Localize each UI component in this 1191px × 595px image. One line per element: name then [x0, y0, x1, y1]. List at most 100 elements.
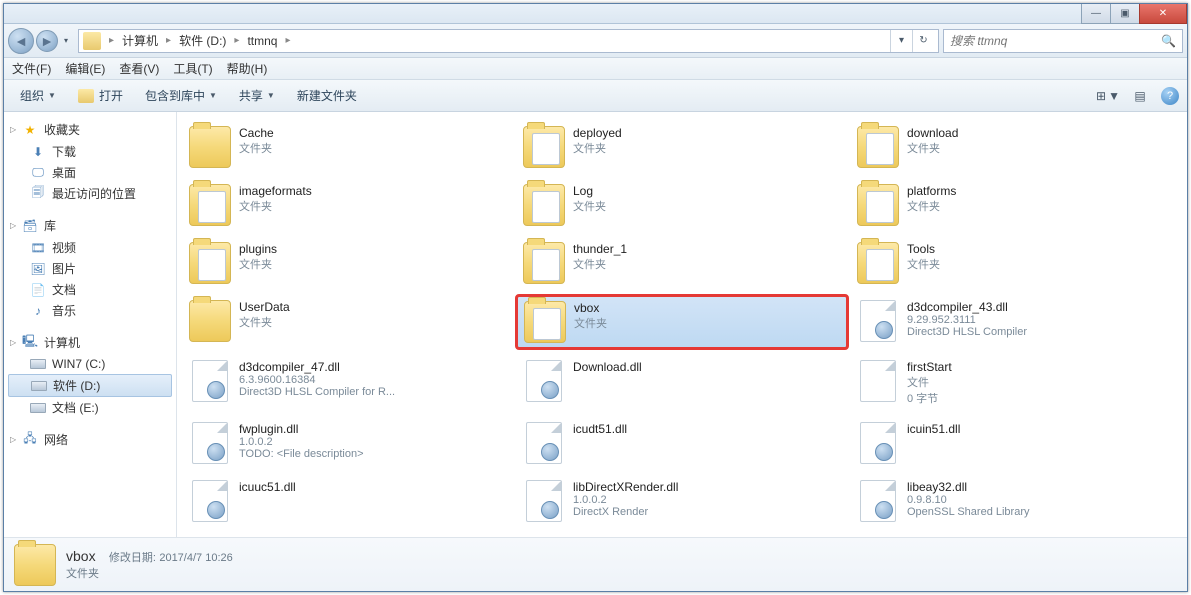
item-sub2: DirectX Render — [573, 506, 841, 518]
menu-view[interactable]: 查看(V) — [119, 60, 159, 77]
sidebar-item-d-drive[interactable]: 软件 (D:) — [8, 374, 172, 397]
maximize-button[interactable]: ▣ — [1110, 4, 1140, 24]
close-button[interactable]: ✕ — [1139, 4, 1187, 24]
dll-file-icon — [857, 422, 899, 464]
breadcrumb-item[interactable]: 计算机 — [118, 30, 162, 51]
item-name: Download.dll — [573, 360, 841, 374]
item-sub: 文件 — [907, 374, 1175, 390]
file-item[interactable]: platforms文件夹 — [851, 180, 1181, 230]
search-input[interactable] — [950, 34, 1161, 48]
address-bar[interactable]: ▸ 计算机 ▸ 软件 (D:) ▸ ttmnq ▸ ▾ ↻ — [78, 29, 939, 53]
new-folder-button[interactable]: 新建文件夹 — [289, 84, 365, 107]
minimize-button[interactable]: — — [1081, 4, 1111, 24]
search-icon[interactable]: 🔍 — [1161, 34, 1176, 48]
breadcrumb-item[interactable]: ttmnq — [243, 32, 281, 50]
menubar: 文件(F) 编辑(E) 查看(V) 工具(T) 帮助(H) — [4, 58, 1187, 80]
organize-button[interactable]: 组织▼ — [12, 84, 64, 107]
file-item[interactable]: deployed文件夹 — [517, 122, 847, 172]
sidebar-item-desktop[interactable]: 🖵桌面 — [4, 162, 176, 183]
file-item[interactable]: plugins文件夹 — [183, 238, 513, 288]
view-mode-button[interactable]: ⊞▼ — [1093, 85, 1123, 107]
chevron-icon[interactable]: ▸ — [162, 33, 175, 48]
sidebar-libraries[interactable]: ▷🗃库 — [4, 214, 176, 237]
file-item[interactable]: d3dcompiler_47.dll6.3.9600.16384Direct3D… — [183, 356, 513, 410]
file-item[interactable]: fwplugin.dll1.0.0.2TODO: <File descripti… — [183, 418, 513, 468]
menu-tools[interactable]: 工具(T) — [173, 60, 212, 77]
sidebar-network[interactable]: ▷🖧网络 — [4, 428, 176, 451]
item-sub: 文件夹 — [907, 140, 1175, 156]
file-item[interactable]: firstStart文件0 字节 — [851, 356, 1181, 410]
folder-icon — [857, 184, 899, 226]
back-button[interactable]: ◄ — [8, 28, 34, 54]
file-item[interactable]: vbox文件夹 — [517, 296, 847, 348]
sidebar-item-music[interactable]: ♪音乐 — [4, 300, 176, 321]
chevron-icon[interactable]: ▸ — [230, 33, 243, 48]
preview-pane-button[interactable]: ▤ — [1125, 85, 1155, 107]
item-name: icudt51.dll — [573, 422, 841, 436]
dll-file-icon — [189, 360, 231, 402]
sidebar-item-c-drive[interactable]: WIN7 (C:) — [4, 354, 176, 374]
sidebar-item-pictures[interactable]: 🖼图片 — [4, 258, 176, 279]
desktop-icon: 🖵 — [30, 165, 46, 181]
computer-icon: 🖳 — [22, 335, 38, 351]
open-folder-icon — [78, 89, 94, 103]
forward-button[interactable]: ► — [36, 30, 58, 52]
item-name: icuin51.dll — [907, 422, 1175, 436]
chevron-icon[interactable]: ▸ — [105, 33, 118, 48]
file-item[interactable]: Cache文件夹 — [183, 122, 513, 172]
dll-file-icon — [523, 360, 565, 402]
file-item[interactable]: icudt51.dll — [517, 418, 847, 468]
file-item[interactable]: libeay32.dll0.9.8.10OpenSSL Shared Libra… — [851, 476, 1181, 526]
address-dropdown[interactable]: ▾ — [890, 30, 912, 52]
menu-help[interactable]: 帮助(H) — [227, 60, 268, 77]
sidebar-item-videos[interactable]: 🎞视频 — [4, 237, 176, 258]
folder-icon — [523, 184, 565, 226]
file-item[interactable]: icuuc51.dll — [183, 476, 513, 526]
breadcrumb-item[interactable]: 软件 (D:) — [175, 30, 230, 51]
file-icon — [857, 360, 899, 402]
details-name: vbox — [66, 548, 96, 564]
menu-edit[interactable]: 编辑(E) — [65, 60, 105, 77]
sidebar-favorites[interactable]: ▷★收藏夹 — [4, 118, 176, 141]
sidebar-item-e-drive[interactable]: 文档 (E:) — [4, 397, 176, 418]
dll-file-icon — [523, 480, 565, 522]
file-item[interactable]: Tools文件夹 — [851, 238, 1181, 288]
file-item[interactable]: imageformats文件夹 — [183, 180, 513, 230]
file-item[interactable]: UserData文件夹 — [183, 296, 513, 348]
file-item[interactable]: Log文件夹 — [517, 180, 847, 230]
help-button[interactable]: ? — [1161, 87, 1179, 105]
refresh-button[interactable]: ↻ — [912, 30, 934, 52]
item-sub: 1.0.0.2 — [239, 436, 507, 448]
item-sub2: TODO: <File description> — [239, 448, 507, 460]
sidebar-computer[interactable]: ▷🖳计算机 — [4, 331, 176, 354]
include-in-library-button[interactable]: 包含到库中▼ — [137, 84, 225, 107]
sidebar-item-documents[interactable]: 📄文档 — [4, 279, 176, 300]
explorer-window: — ▣ ✕ ◄ ► ▾ ▸ 计算机 ▸ 软件 (D:) ▸ ttmnq ▸ ▾ … — [3, 3, 1188, 592]
sidebar-item-recent[interactable]: 🗐最近访问的位置 — [4, 183, 176, 204]
file-item[interactable]: libDirectXRender.dll1.0.0.2DirectX Rende… — [517, 476, 847, 526]
item-sub: 文件夹 — [573, 198, 841, 214]
share-button[interactable]: 共享▼ — [231, 84, 283, 107]
file-item[interactable]: d3dcompiler_43.dll9.29.952.3111Direct3D … — [851, 296, 1181, 348]
item-name: Log — [573, 184, 841, 198]
file-item[interactable]: Download.dll — [517, 356, 847, 410]
item-name: fwplugin.dll — [239, 422, 507, 436]
sidebar-item-downloads[interactable]: ⬇下载 — [4, 141, 176, 162]
search-box[interactable]: 🔍 — [943, 29, 1183, 53]
dll-file-icon — [189, 480, 231, 522]
file-list[interactable]: Cache文件夹deployed文件夹download文件夹 imageforma… — [177, 112, 1187, 537]
drive-icon — [30, 356, 46, 372]
item-sub: 文件夹 — [573, 140, 841, 156]
history-dropdown[interactable]: ▾ — [58, 36, 74, 45]
item-sub: 1.0.0.2 — [573, 494, 841, 506]
file-item[interactable]: icuin51.dll — [851, 418, 1181, 468]
item-sub: 文件夹 — [573, 256, 841, 272]
chevron-icon[interactable]: ▸ — [281, 33, 294, 48]
menu-file[interactable]: 文件(F) — [12, 60, 51, 77]
item-sub2: Direct3D HLSL Compiler — [907, 326, 1175, 338]
file-item[interactable]: download文件夹 — [851, 122, 1181, 172]
item-name: libDirectXRender.dll — [573, 480, 841, 494]
open-button[interactable]: 打开 — [70, 84, 131, 107]
file-item[interactable]: thunder_1文件夹 — [517, 238, 847, 288]
drive-icon — [31, 378, 47, 394]
